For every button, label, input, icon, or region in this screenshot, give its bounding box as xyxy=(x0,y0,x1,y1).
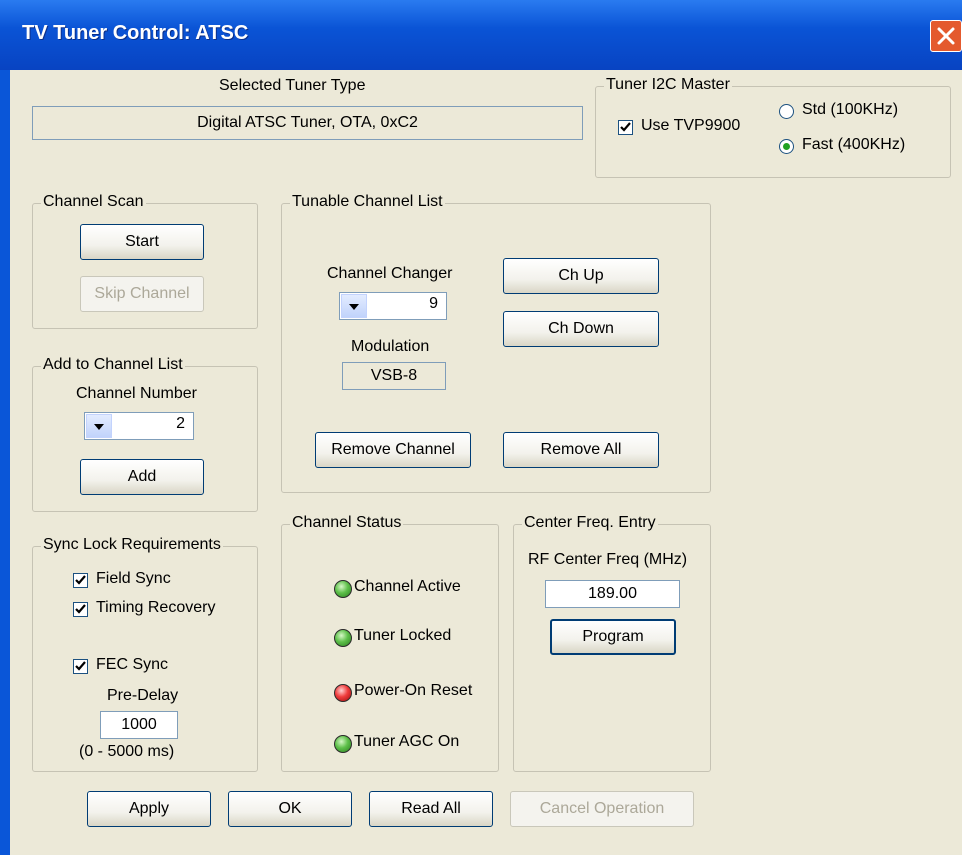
tuner-type-field: Digital ATSC Tuner, OTA, 0xC2 xyxy=(32,106,583,140)
cancel-operation-button[interactable]: Cancel Operation xyxy=(510,791,694,827)
pre-delay-range-label: (0 - 5000 ms) xyxy=(79,743,175,760)
modulation-field: VSB-8 xyxy=(342,362,446,390)
start-scan-button[interactable]: Start xyxy=(80,224,204,260)
tuner-agc-led xyxy=(334,735,352,753)
sync-lock-legend: Sync Lock Requirements xyxy=(41,536,223,554)
i2c-master-group: Tuner I2C Master Use TVP9900 Std (100KHz… xyxy=(595,76,951,178)
ok-button[interactable]: OK xyxy=(228,791,352,827)
tunable-list-group: Tunable Channel List Channel Changer 9 M… xyxy=(281,193,711,493)
dialog-window: TV Tuner Control: ATSC Selected Tuner Ty… xyxy=(0,0,962,855)
std-100khz-label: Std (100KHz) xyxy=(802,101,899,118)
add-channel-group: Add to Channel List Channel Number 2 Add xyxy=(32,356,258,512)
timing-recovery-label: Timing Recovery xyxy=(96,599,216,616)
title-bar[interactable]: TV Tuner Control: ATSC xyxy=(0,0,962,70)
power-on-reset-led xyxy=(334,684,352,702)
std-100khz-radio[interactable] xyxy=(779,104,794,119)
tunable-list-legend: Tunable Channel List xyxy=(290,193,445,211)
rf-center-freq-input[interactable]: 189.00 xyxy=(545,580,680,608)
channel-status-legend: Channel Status xyxy=(290,514,404,532)
channel-active-led xyxy=(334,580,352,598)
add-channel-legend: Add to Channel List xyxy=(41,356,185,374)
field-sync-label: Field Sync xyxy=(96,570,171,587)
checkmark-icon xyxy=(75,575,86,585)
tuner-locked-label: Tuner Locked xyxy=(354,627,452,644)
channel-number-value: 2 xyxy=(176,415,185,432)
close-icon xyxy=(937,27,955,45)
window-title: TV Tuner Control: ATSC xyxy=(22,22,249,44)
close-button[interactable] xyxy=(930,20,962,52)
checkmark-icon xyxy=(620,122,631,132)
fast-400khz-radio[interactable] xyxy=(779,139,794,154)
ch-down-button[interactable]: Ch Down xyxy=(503,311,659,347)
center-freq-group: Center Freq. Entry RF Center Freq (MHz) … xyxy=(513,514,711,772)
channel-active-label: Channel Active xyxy=(354,578,461,595)
tuner-agc-label: Tuner AGC On xyxy=(354,733,460,750)
sync-lock-group: Sync Lock Requirements Field Sync Timing… xyxy=(32,536,258,772)
remove-channel-button[interactable]: Remove Channel xyxy=(315,432,471,468)
use-tvp9900-checkbox[interactable] xyxy=(618,120,633,135)
fec-sync-label: FEC Sync xyxy=(96,656,169,673)
chevron-down-icon xyxy=(349,304,359,310)
timing-recovery-checkbox[interactable] xyxy=(73,602,88,617)
channel-scan-group: Channel Scan Start Skip Channel xyxy=(32,193,258,329)
dialog-client: Selected Tuner Type Digital ATSC Tuner, … xyxy=(10,70,962,855)
channel-scan-legend: Channel Scan xyxy=(41,193,146,211)
channel-changer-value: 9 xyxy=(429,295,438,312)
dropdown-arrow-button[interactable] xyxy=(341,294,367,318)
add-channel-button[interactable]: Add xyxy=(80,459,204,495)
channel-number-combo[interactable]: 2 xyxy=(84,412,194,440)
checkmark-icon xyxy=(75,661,86,671)
fec-sync-checkbox[interactable] xyxy=(73,659,88,674)
remove-all-button[interactable]: Remove All xyxy=(503,432,659,468)
checkmark-icon xyxy=(75,604,86,614)
tuner-locked-led xyxy=(334,629,352,647)
tuner-type-label: Selected Tuner Type xyxy=(219,77,366,94)
modulation-label: Modulation xyxy=(351,338,430,355)
fast-400khz-label: Fast (400KHz) xyxy=(802,136,906,153)
apply-button[interactable]: Apply xyxy=(87,791,211,827)
power-on-reset-label: Power-On Reset xyxy=(354,682,473,699)
pre-delay-label: Pre-Delay xyxy=(107,687,179,704)
channel-changer-combo[interactable]: 9 xyxy=(339,292,447,320)
field-sync-checkbox[interactable] xyxy=(73,573,88,588)
ch-up-button[interactable]: Ch Up xyxy=(503,258,659,294)
center-freq-legend: Center Freq. Entry xyxy=(522,514,658,532)
channel-changer-label: Channel Changer xyxy=(327,265,453,282)
rf-center-freq-label: RF Center Freq (MHz) xyxy=(528,551,688,568)
chevron-down-icon xyxy=(94,424,104,430)
use-tvp9900-label: Use TVP9900 xyxy=(641,117,741,134)
i2c-master-legend: Tuner I2C Master xyxy=(604,76,732,94)
channel-number-label: Channel Number xyxy=(76,385,197,402)
dropdown-arrow-button[interactable] xyxy=(86,414,112,438)
program-button[interactable]: Program xyxy=(550,619,676,655)
pre-delay-input[interactable]: 1000 xyxy=(100,711,178,739)
read-all-button[interactable]: Read All xyxy=(369,791,493,827)
skip-channel-button[interactable]: Skip Channel xyxy=(80,276,204,312)
channel-status-group: Channel Status Channel Active Tuner Lock… xyxy=(281,514,499,772)
